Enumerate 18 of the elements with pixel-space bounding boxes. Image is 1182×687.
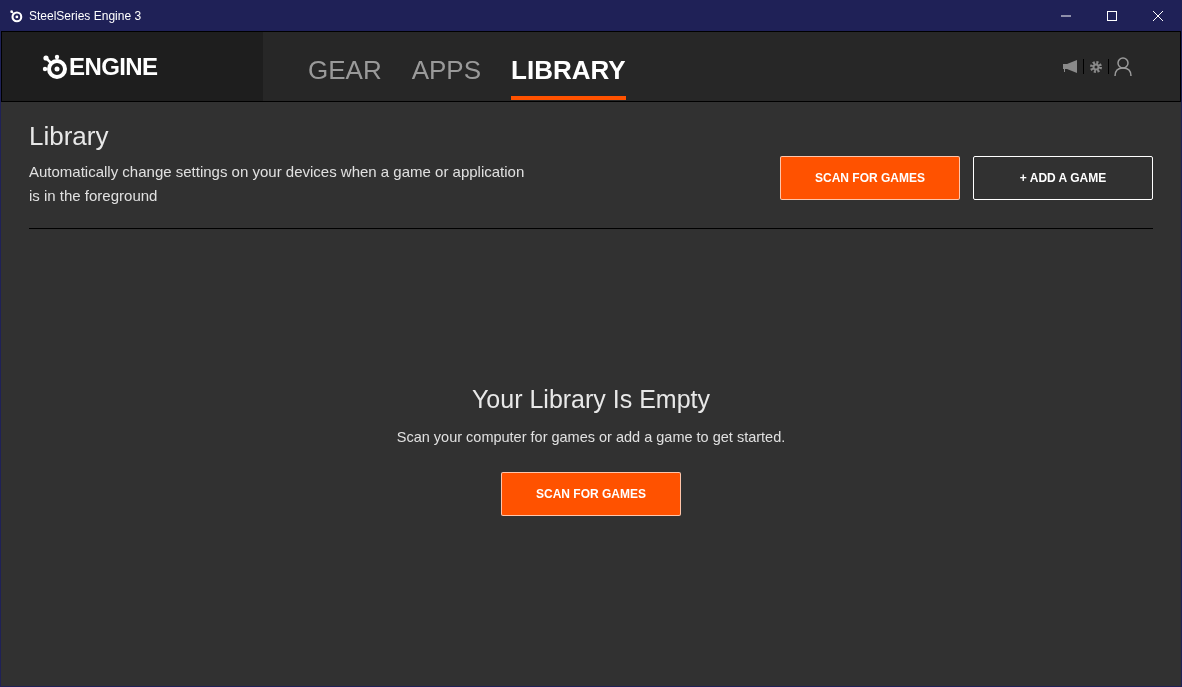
window-title: SteelSeries Engine 3 bbox=[29, 8, 142, 25]
logo-text: ENGINE bbox=[69, 51, 158, 82]
nav-tab[interactable]: GEAR bbox=[308, 43, 382, 100]
settings-icon[interactable] bbox=[1089, 59, 1103, 74]
maximize-icon bbox=[1107, 11, 1117, 21]
engine-logo-icon bbox=[42, 53, 68, 80]
scan-for-games-button[interactable]: SCAN FOR GAMES bbox=[780, 156, 960, 200]
page-description: Automatically change settings on your devices when a game or application is in the foreground bbox=[29, 162, 526, 206]
empty-state-title: Your Library Is Empty bbox=[471, 384, 711, 415]
empty-state-message: Scan your computer for games or add a game to get started. bbox=[396, 427, 786, 447]
megaphone-icon[interactable] bbox=[1063, 60, 1078, 73]
page-title: Library bbox=[29, 120, 110, 152]
close-icon bbox=[1153, 11, 1163, 21]
user-icon[interactable] bbox=[1114, 57, 1132, 76]
add-game-button[interactable]: + ADD A GAME bbox=[973, 156, 1153, 200]
nav-tab[interactable]: APPS bbox=[411, 43, 482, 100]
app-logo-icon bbox=[9, 9, 23, 23]
scan-for-games-button[interactable]: SCAN FOR GAMES bbox=[501, 472, 681, 517]
